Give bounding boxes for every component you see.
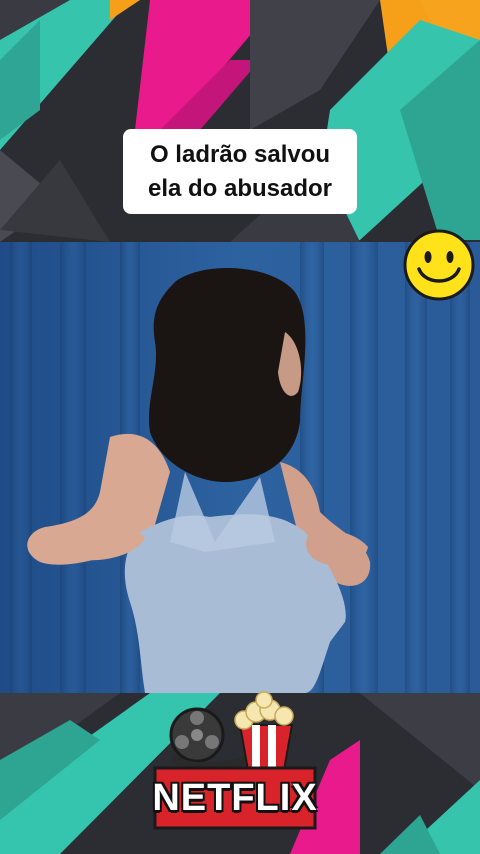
caption-line-2: ela do abusador xyxy=(147,174,333,202)
video-frame xyxy=(0,242,480,693)
netflix-wordmark: NETFLIX xyxy=(152,776,318,819)
caption-line-1: O ladrão salvou xyxy=(149,140,331,168)
caption-box: O ladrão salvou ela do abusador xyxy=(123,129,357,214)
smiley-face-icon xyxy=(403,229,475,301)
netflix-logo: NETFLIX xyxy=(152,768,318,828)
